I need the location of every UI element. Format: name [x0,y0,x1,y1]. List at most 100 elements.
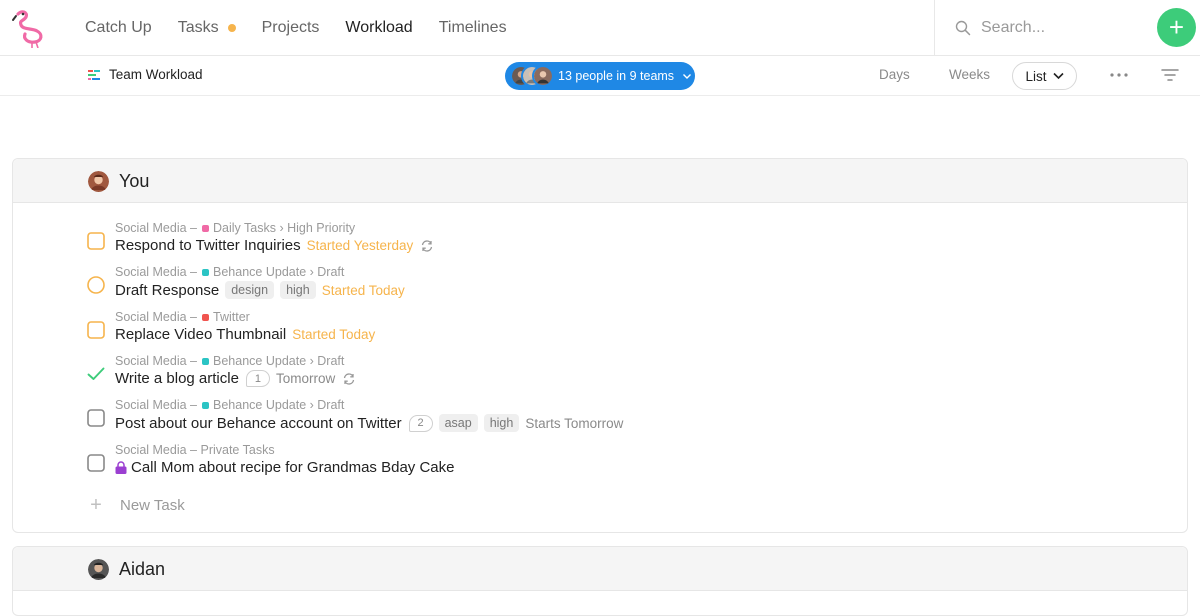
checkmark-icon[interactable] [87,365,105,383]
task-status: Started Today [292,327,376,342]
task-status: Tomorrow [275,371,336,386]
list-color-dot [202,224,210,232]
list-color-dot [202,401,210,409]
task-list: Twitter [213,310,250,324]
tab-weeks[interactable]: Weeks [949,67,990,82]
chevron-down-icon [1052,72,1064,80]
section-header: You [13,159,1187,203]
task-checkbox[interactable] [87,454,105,472]
task-sublist: High Priority [287,221,356,235]
nav-tasks[interactable]: Tasks [178,19,236,37]
task-tag[interactable]: design [225,281,275,299]
section-aidan: Aidan [12,546,1188,616]
nav-catch-up[interactable]: Catch Up [85,19,152,37]
filter-icon[interactable] [1161,67,1179,83]
task-title-line: Write a blog article 1 Tomorrow [115,370,356,387]
task-title[interactable]: Write a blog article [115,370,239,387]
section-owner-name: You [119,171,150,191]
repeat-icon [344,372,355,385]
task-title-line: Call Mom about recipe for Grandmas Bday … [115,459,454,476]
lock-icon [115,461,127,474]
task-sublist: Draft [317,265,345,279]
section-header: Aidan [13,547,1187,591]
task-project: Social Media [115,221,187,235]
section-you: You Social Media – Daily Tasks › High Pri… [12,158,1188,533]
tab-days[interactable]: Days [879,67,910,82]
avatar [532,65,554,87]
list-color-dot [202,313,210,321]
task-checkbox[interactable] [87,232,105,250]
task-breadcrumb: Social Media – Behance Update › Draft [115,265,345,279]
list-color-dot [202,268,210,276]
task-list: Private Tasks [200,443,275,457]
task-project: Social Media [115,443,187,457]
task-project: Social Media [115,310,187,324]
search-input[interactable] [981,19,1141,37]
nav-label: Projects [261,19,320,36]
task-breadcrumb: Social Media – Private Tasks [115,443,275,457]
flamingo-logo-icon[interactable] [10,8,50,48]
task-checkbox[interactable] [87,321,105,339]
avatar [88,171,109,192]
task-title-line: Post about our Behance account on Twitte… [115,414,623,432]
task-title-line: Respond to Twitter Inquiries Started Yes… [115,237,434,254]
task-project: Social Media [115,354,187,368]
nav-label: Catch Up [85,19,152,36]
task-tag[interactable]: high [280,281,316,299]
task-title[interactable]: Post about our Behance account on Twitte… [115,415,402,432]
section-owner-name: Aidan [119,559,166,579]
notification-dot [227,24,236,32]
new-task-button[interactable]: + New Task [87,494,185,517]
task-title[interactable]: Replace Video Thumbnail [115,326,286,343]
nav-label: Tasks [177,19,219,36]
view-list-dropdown[interactable]: List [1012,62,1077,90]
task-list: Behance Update [213,265,307,279]
avatar [88,559,109,580]
new-task-label: New Task [120,497,185,514]
task-checkbox[interactable] [87,409,105,427]
task-project: Social Media [115,265,187,279]
task-checkbox[interactable] [87,276,105,294]
task-title-line: Replace Video Thumbnail Started Today [115,326,375,343]
comment-count-badge[interactable]: 1 [245,370,270,387]
task-breadcrumb: Social Media – Behance Update › Draft [115,354,345,368]
more-options-icon[interactable] [1108,66,1130,84]
plus-icon: + [1168,12,1185,42]
list-color-dot [202,357,210,365]
task-sublist: Draft [317,398,345,412]
task-status: Started Today [321,282,405,298]
task-title-line: Draft Response design high Started Today [115,281,405,299]
top-nav: Catch Up Tasks Projects Workload Timelin… [0,0,1200,56]
task-tag[interactable]: asap [438,414,478,432]
page-title: Team Workload [109,67,203,82]
repeat-icon [422,239,433,252]
task-list: Daily Tasks [213,221,276,235]
avatar-stack [510,65,554,87]
chevron-down-icon [683,74,692,79]
nav-workload[interactable]: Workload [345,19,412,37]
task-breadcrumb: Social Media – Twitter [115,310,250,324]
nav-projects[interactable]: Projects [262,19,320,37]
task-tag[interactable]: high [483,414,520,432]
task-title[interactable]: Call Mom about recipe for Grandmas Bday … [131,459,454,476]
task-title[interactable]: Draft Response [115,282,219,299]
task-breadcrumb: Social Media – Daily Tasks › High Priorit… [115,221,356,235]
comment-count-badge[interactable]: 2 [408,414,433,432]
nav-label: Timelines [438,19,507,36]
task-status: Starts Tomorrow [525,415,624,431]
task-list: Behance Update [213,398,307,412]
add-button[interactable]: + [1157,8,1196,47]
task-status: Started Yesterday [306,238,414,253]
task-title[interactable]: Respond to Twitter Inquiries [115,237,301,254]
view-list-label: List [1025,68,1047,84]
task-breadcrumb: Social Media – Behance Update › Draft [115,398,345,412]
workload-icon [88,70,100,80]
nav-label: Workload [345,19,413,36]
task-list: Behance Update [213,354,307,368]
people-filter-button[interactable]: 13 people in 9 teams [505,62,695,90]
nav-timelines[interactable]: Timelines [439,19,507,37]
plus-icon: + [90,494,102,516]
main-nav: Catch Up Tasks Projects Workload Timelin… [85,0,533,56]
search-icon [955,20,971,36]
task-project: Social Media [115,398,187,412]
